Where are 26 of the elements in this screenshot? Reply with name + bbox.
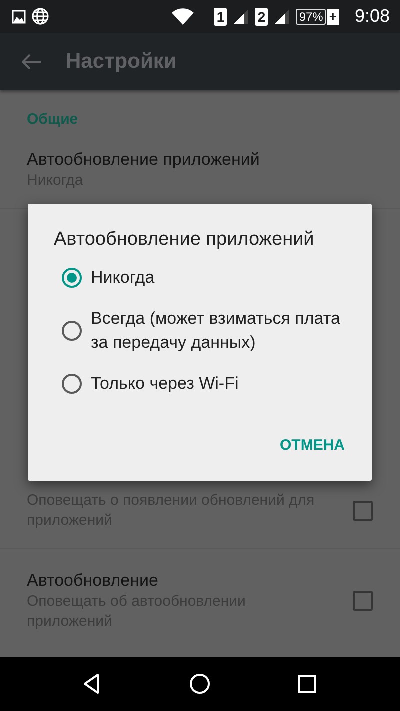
setting-title: Автообновление приложений: [27, 149, 260, 171]
sim-badge: 2: [255, 8, 268, 26]
picture-icon: [12, 10, 26, 24]
globe-icon: [32, 8, 49, 25]
screen-title: Настройки: [66, 48, 177, 75]
recents-icon[interactable]: [296, 673, 318, 695]
radio-icon[interactable]: [62, 374, 82, 394]
setting-title: Автообновление: [27, 570, 160, 592]
dialog-title: Автообновление приложений: [54, 228, 316, 252]
signal-icon: [274, 8, 290, 24]
signal-icon: [233, 8, 250, 24]
home-icon[interactable]: [188, 673, 211, 695]
wifi-icon: [172, 8, 194, 25]
battery-level: 97%: [296, 8, 326, 24]
radio-icon[interactable]: [62, 321, 82, 341]
sim-badge: 1: [214, 8, 228, 26]
radio-option[interactable]: Только через Wi-Fi: [62, 372, 345, 396]
checkbox[interactable]: [353, 591, 373, 611]
radio-icon[interactable]: [62, 268, 82, 288]
section-header: Общие: [26, 110, 80, 130]
charging-indicator: +: [327, 8, 339, 24]
clock: 9:08: [354, 5, 390, 28]
back-arrow-icon[interactable]: [22, 54, 42, 70]
radio-option[interactable]: Никогда: [62, 266, 345, 290]
radio-option[interactable]: Всегда (может взиматься плата за передачу данных): [62, 307, 345, 355]
checkbox[interactable]: [353, 501, 373, 521]
